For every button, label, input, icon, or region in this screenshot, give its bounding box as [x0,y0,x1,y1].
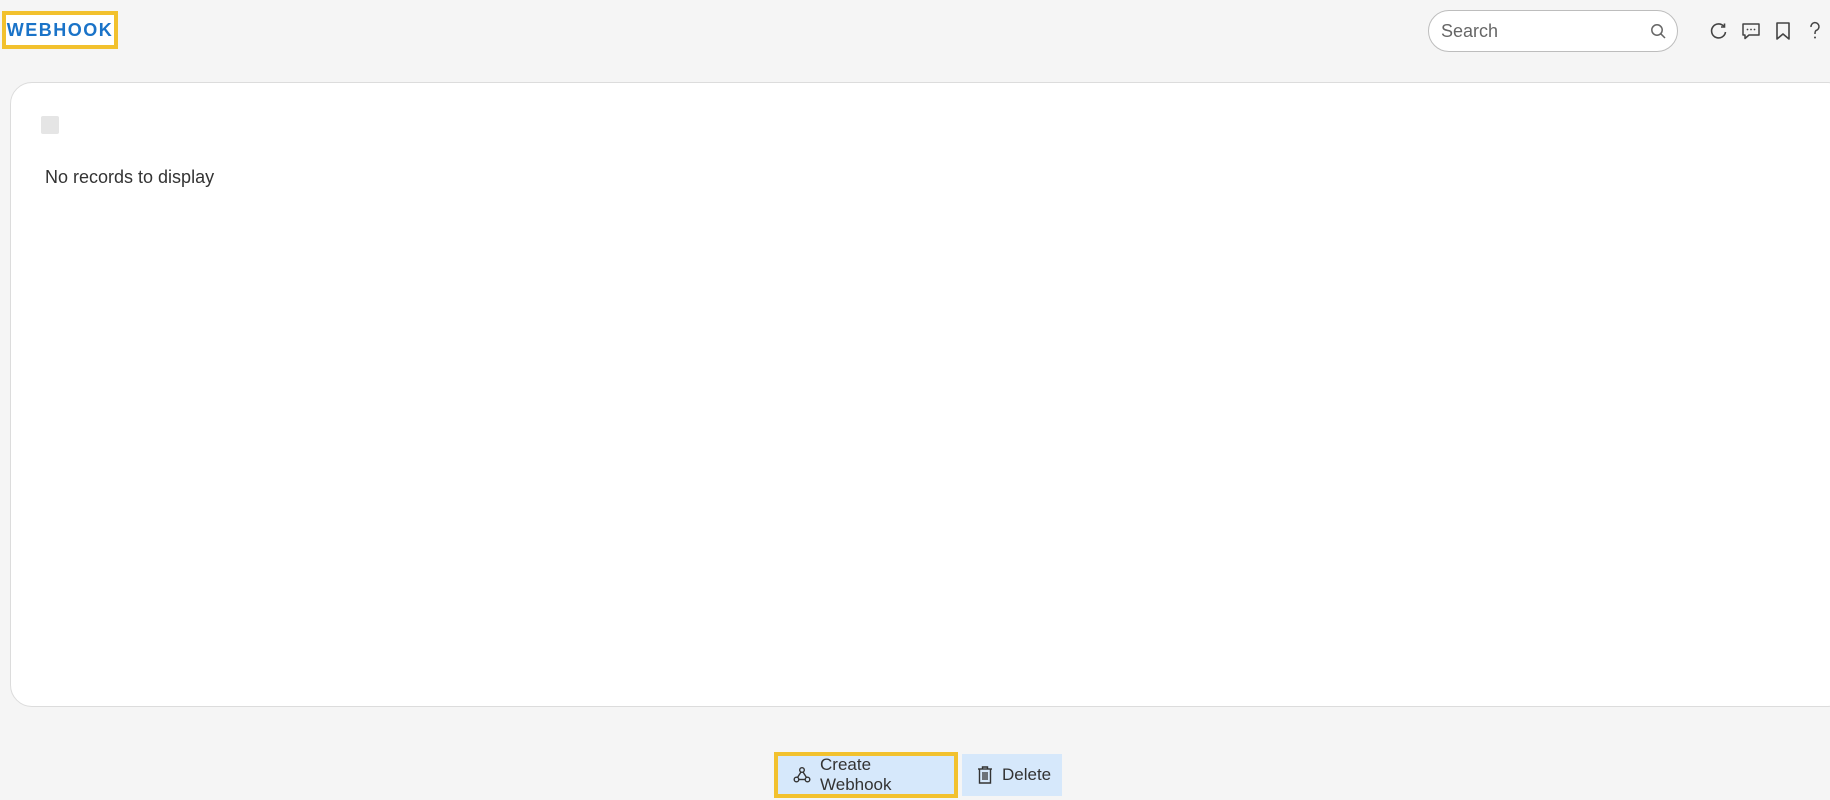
trash-icon [976,765,994,785]
search-icon[interactable] [1649,22,1667,40]
empty-records-message: No records to display [45,167,215,187]
delete-label: Delete [1002,765,1052,784]
comment-icon[interactable] [1740,20,1762,42]
webhook-icon [792,765,812,785]
refresh-icon[interactable] [1708,20,1730,42]
create-webhook-button[interactable]: Create Webhook [774,752,958,798]
action-bar: Create Webhook Delete [774,752,1062,798]
page-title: WEBHOOK [6,19,114,40]
webhook-page: WEBHOOK Search No records to display Cre… [0,0,1830,800]
search-box[interactable] [1428,10,1678,52]
page-title-box: WEBHOOK [2,11,118,49]
select-all-checkbox[interactable] [41,116,59,134]
header-toolbar [1708,16,1826,46]
records-panel: No records to display [10,82,1830,707]
create-webhook-label: Create Webhook [820,755,892,794]
delete-button[interactable]: Delete [962,754,1062,796]
bookmark-icon[interactable] [1772,20,1794,42]
help-icon[interactable] [1804,20,1826,42]
search-input[interactable] [1439,19,1649,43]
